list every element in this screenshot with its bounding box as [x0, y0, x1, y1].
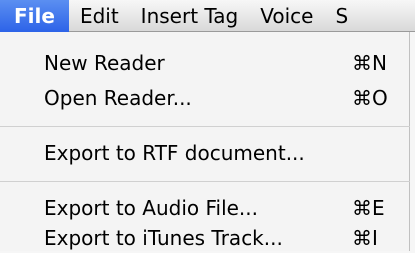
shortcut-label: ⌘E — [352, 196, 385, 220]
shortcut-label: ⌘I — [352, 226, 378, 250]
menu-item-label: Open Reader... — [44, 86, 192, 110]
menu-separator — [0, 181, 410, 182]
menu-item-label: Export to RTF document... — [44, 141, 305, 165]
menu-bar: File Edit Insert Tag Voice S — [0, 0, 415, 32]
file-dropdown-menu: New Reader ⌘N Open Reader... ⌘O Export t… — [0, 32, 410, 251]
menu-item-new-reader[interactable]: New Reader ⌘N — [0, 48, 410, 78]
shortcut-label: ⌘O — [352, 86, 388, 110]
menu-item-label: Export to Audio File... — [44, 196, 259, 220]
menu-s-truncated[interactable]: S — [324, 0, 359, 32]
menu-item-label: Export to iTunes Track... — [44, 226, 283, 250]
menu-edit[interactable]: Edit — [69, 0, 130, 32]
menu-separator — [0, 126, 410, 127]
menu-item-export-audio[interactable]: Export to Audio File... ⌘E — [0, 193, 410, 223]
menu-insert-tag[interactable]: Insert Tag — [130, 0, 250, 32]
menu-item-export-rtf[interactable]: Export to RTF document... — [0, 138, 410, 168]
menu-item-open-reader[interactable]: Open Reader... ⌘O — [0, 83, 410, 113]
menu-item-export-itunes[interactable]: Export to iTunes Track... ⌘I — [0, 223, 410, 253]
menu-voice[interactable]: Voice — [249, 0, 324, 32]
shortcut-label: ⌘N — [352, 51, 387, 75]
menu-file[interactable]: File — [0, 0, 69, 32]
menu-item-label: New Reader — [44, 51, 165, 75]
